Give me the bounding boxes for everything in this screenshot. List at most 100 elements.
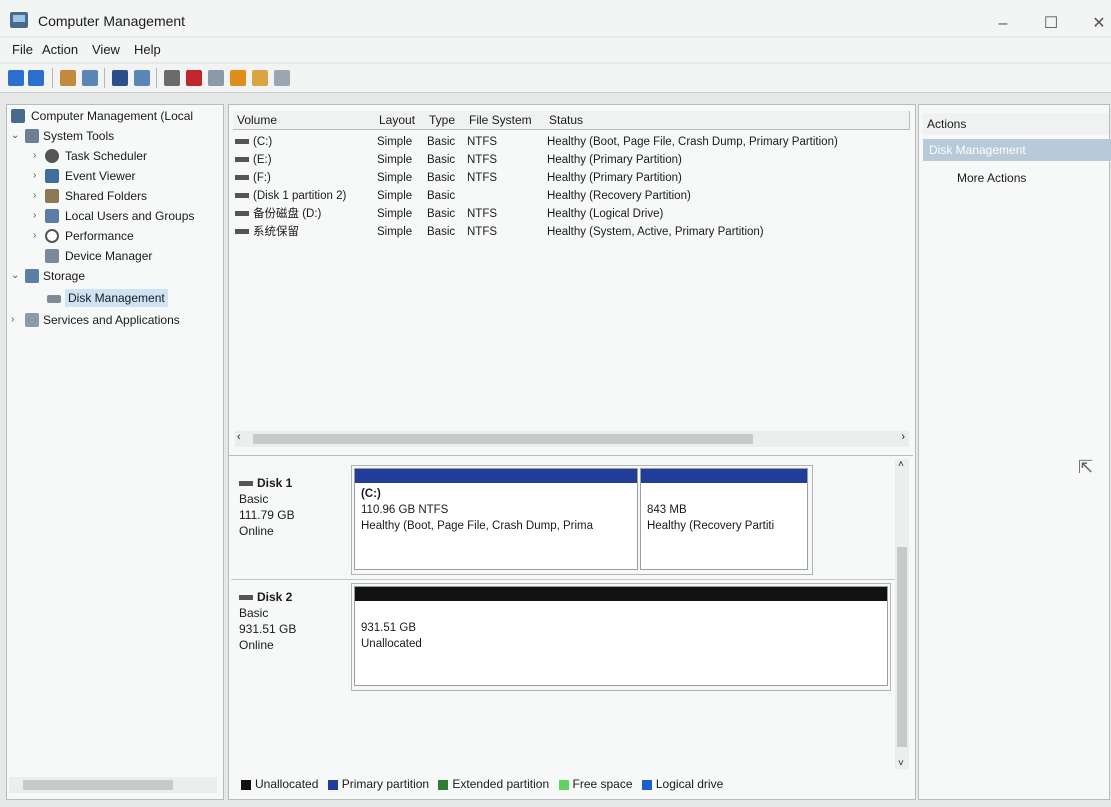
column-volume[interactable]: Volume bbox=[233, 111, 376, 130]
scroll-left-icon[interactable]: ‹ bbox=[237, 431, 241, 443]
scroll-right-icon[interactable]: › bbox=[901, 431, 905, 443]
close-button[interactable]: ✕ bbox=[1086, 14, 1111, 34]
tree-label: Event Viewer bbox=[65, 169, 136, 183]
minimize-button[interactable]: – bbox=[990, 14, 1016, 34]
volume-name: (Disk 1 partition 2) bbox=[253, 190, 347, 202]
properties-icon[interactable] bbox=[134, 70, 150, 86]
disk-name: Disk 2 bbox=[257, 590, 293, 604]
partition-type-strip bbox=[355, 587, 887, 601]
chevron-right-icon[interactable]: › bbox=[33, 207, 36, 225]
clock-icon bbox=[45, 149, 59, 163]
connect-icon[interactable] bbox=[164, 70, 180, 86]
disk-type: Basic bbox=[239, 606, 269, 620]
up-folder-icon[interactable] bbox=[60, 70, 76, 86]
filesystem-cell: NTFS bbox=[467, 136, 498, 148]
folder-icon[interactable] bbox=[230, 70, 246, 86]
volume-name: 系统保留 bbox=[253, 226, 299, 238]
help-icon[interactable] bbox=[112, 70, 128, 86]
actions-section-disk-management[interactable]: Disk Management bbox=[923, 139, 1111, 161]
disk-state: Online bbox=[239, 524, 274, 538]
menu-view[interactable]: View bbox=[92, 42, 120, 57]
volume-list-horizontal-scrollbar[interactable]: ‹ › bbox=[235, 431, 909, 447]
layout-cell: Simple bbox=[377, 208, 413, 220]
volume-name: (C:) bbox=[253, 136, 273, 148]
tools-icon bbox=[25, 129, 39, 143]
partition-status: Unallocated bbox=[361, 638, 422, 650]
scroll-thumb[interactable] bbox=[897, 547, 907, 747]
toolbar-separator bbox=[156, 68, 157, 88]
legend-swatch-primary bbox=[327, 779, 338, 790]
filesystem-cell: NTFS bbox=[467, 172, 498, 184]
toolbar-separator bbox=[104, 68, 105, 88]
toolbar-separator bbox=[52, 68, 53, 88]
tree-horizontal-scrollbar[interactable] bbox=[9, 777, 217, 793]
users-icon bbox=[45, 209, 59, 223]
status-cell: Healthy (System, Active, Primary Partiti… bbox=[547, 226, 764, 238]
disk-name: Disk 1 bbox=[257, 476, 293, 490]
partition-c[interactable]: (C:) 110.96 GB NTFS Healthy (Boot, Page … bbox=[354, 468, 638, 570]
partition-recovery[interactable]: 843 MB Healthy (Recovery Partiti bbox=[640, 468, 808, 570]
disk-1-info[interactable]: Disk 1 Basic 111.79 GB Online bbox=[239, 475, 295, 539]
more-actions-link[interactable]: More Actions bbox=[957, 171, 1026, 185]
filesystem-cell: NTFS bbox=[467, 226, 498, 238]
delete-icon[interactable] bbox=[186, 70, 202, 86]
scroll-thumb[interactable] bbox=[253, 434, 753, 444]
maximize-button[interactable]: ☐ bbox=[1038, 14, 1064, 34]
volume-icon bbox=[235, 157, 249, 163]
forward-icon[interactable] bbox=[28, 70, 44, 86]
partition-size: 110.96 GB NTFS bbox=[361, 504, 449, 516]
storage-icon bbox=[25, 269, 39, 283]
chevron-right-icon[interactable]: › bbox=[33, 147, 36, 165]
chevron-right-icon[interactable]: › bbox=[33, 187, 36, 205]
type-cell: Basic bbox=[427, 190, 456, 202]
list-view-icon[interactable] bbox=[274, 70, 290, 86]
back-icon[interactable] bbox=[8, 70, 24, 86]
chevron-right-icon[interactable]: › bbox=[33, 167, 36, 185]
chevron-down-icon[interactable]: ⌄ bbox=[11, 127, 19, 145]
chevron-down-icon[interactable]: ⌄ bbox=[11, 267, 19, 285]
partition-type-strip bbox=[355, 469, 637, 483]
partition-unallocated[interactable]: 931.51 GB Unallocated bbox=[354, 586, 888, 686]
computer-management-icon bbox=[11, 109, 25, 123]
column-file-system[interactable]: File System bbox=[465, 111, 546, 130]
partition-label bbox=[361, 604, 881, 620]
partition-status: Healthy (Recovery Partiti bbox=[647, 520, 775, 532]
column-layout[interactable]: Layout bbox=[375, 111, 426, 130]
status-cell: Healthy (Recovery Partition) bbox=[547, 190, 691, 202]
partition-status: Healthy (Boot, Page File, Crash Dump, Pr… bbox=[361, 520, 594, 532]
disk-2-partition-bar: 931.51 GB Unallocated bbox=[351, 583, 891, 691]
menu-file[interactable]: File bbox=[12, 42, 33, 57]
disk-view-vertical-scrollbar[interactable]: ˄ ˅ bbox=[895, 459, 909, 769]
search-icon[interactable] bbox=[252, 70, 268, 86]
scroll-up-icon[interactable]: ˄ bbox=[898, 459, 904, 470]
status-cell: Healthy (Primary Partition) bbox=[547, 172, 682, 184]
chevron-right-icon[interactable]: › bbox=[33, 227, 36, 245]
volume-icon bbox=[235, 175, 249, 181]
chevron-right-icon[interactable]: › bbox=[11, 311, 14, 329]
disk-divider bbox=[231, 579, 895, 580]
disk-state: Online bbox=[239, 638, 274, 652]
tree-label: System Tools bbox=[43, 129, 115, 143]
pane-splitter[interactable] bbox=[229, 455, 913, 456]
disk-2-info[interactable]: Disk 2 Basic 931.51 GB Online bbox=[239, 589, 296, 653]
menu-action[interactable]: Action bbox=[42, 42, 78, 57]
status-cell: Healthy (Primary Partition) bbox=[547, 154, 682, 166]
volume-name: (F:) bbox=[253, 172, 271, 184]
tree-label: Device Manager bbox=[65, 249, 153, 263]
menu-help[interactable]: Help bbox=[134, 42, 161, 57]
tree-label: Shared Folders bbox=[65, 189, 148, 203]
scroll-down-icon[interactable]: ˅ bbox=[898, 758, 904, 769]
column-type[interactable]: Type bbox=[425, 111, 466, 130]
scroll-thumb[interactable] bbox=[23, 780, 173, 790]
column-status[interactable]: Status bbox=[545, 111, 910, 130]
legend-label: Primary partition bbox=[341, 777, 430, 791]
show-hide-tree-icon[interactable] bbox=[82, 70, 98, 86]
filesystem-cell: NTFS bbox=[467, 154, 498, 166]
partition-label bbox=[647, 486, 801, 502]
disk-1-partition-bar: (C:) 110.96 GB NTFS Healthy (Boot, Page … bbox=[351, 465, 813, 575]
mouse-pointer-icon: ⇱ bbox=[1078, 457, 1094, 477]
check-icon[interactable] bbox=[208, 70, 224, 86]
title-bar: Computer Management – ☐ ✕ bbox=[0, 0, 1111, 36]
legend-label: Extended partition bbox=[452, 777, 550, 791]
toolbar bbox=[0, 64, 1111, 93]
